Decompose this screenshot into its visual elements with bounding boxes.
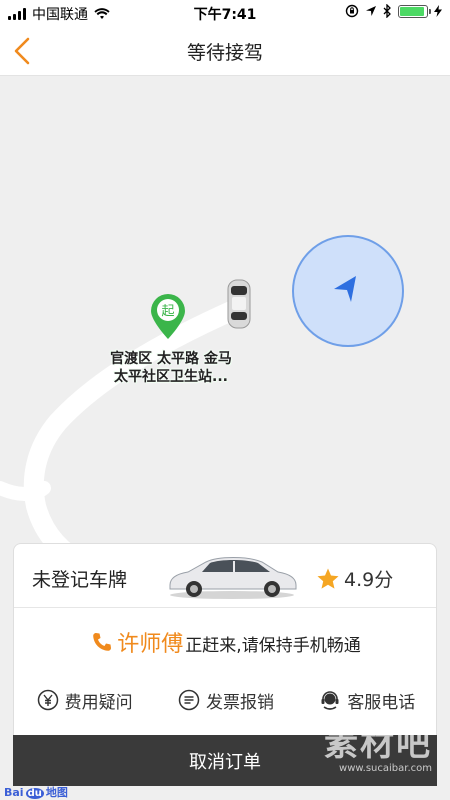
baidu-map-logo: Bai du 地图 <box>4 784 68 800</box>
fee-question-button[interactable]: 费用疑问 <box>14 674 155 726</box>
driver-info-card: 未登记车牌 4.9分 许师傅 正赶来,请保持手机畅通 费用疑问 发票报销 客服电… <box>13 543 437 735</box>
driver-name: 许师傅 <box>117 632 184 657</box>
pickup-marker-text: 起 <box>161 304 174 319</box>
baidu-logo-text: Bai <box>4 786 24 799</box>
charging-icon <box>434 5 442 17</box>
pickup-location-label: 官渡区 太平路 金马 太平社区卫生站... <box>96 350 246 386</box>
star-icon <box>317 568 339 589</box>
site-watermark-name: 素材吧 <box>324 724 432 764</box>
bluetooth-icon <box>383 4 391 18</box>
map-road-branch <box>0 481 51 501</box>
invoice-icon <box>178 689 200 711</box>
driver-status-line: 许师傅 正赶来,请保持手机畅通 <box>14 626 436 658</box>
pickup-label-line2: 太平社区卫生站... <box>114 369 228 385</box>
headset-icon <box>321 691 339 710</box>
rating-value: 4.9分 <box>344 569 394 591</box>
page-title: 等待接驾 <box>186 42 263 64</box>
car-marker-icon <box>227 279 251 329</box>
yen-icon <box>37 689 58 711</box>
site-watermark-url: www.sucaibar.com <box>339 763 432 774</box>
location-arrow-icon <box>366 6 376 16</box>
pickup-label-line1: 官渡区 太平路 金马 <box>110 351 232 367</box>
invoice-label: 发票报销 <box>205 692 274 713</box>
site-watermark: 素材吧 www.sucaibar.com <box>324 716 432 774</box>
battery-icon <box>398 4 431 18</box>
customer-service-label: 客服电话 <box>347 692 416 713</box>
license-plate: 未登记车牌 <box>32 569 128 591</box>
baidu-du-text: du <box>25 788 44 799</box>
status-bar: 中国联通 下午7:41 <box>0 0 450 26</box>
driver-rating: 4.9分 <box>316 565 393 592</box>
car-image <box>169 557 297 599</box>
baidu-map-text: 地图 <box>45 786 68 799</box>
fee-question-label: 费用疑问 <box>64 692 133 713</box>
phone-icon[interactable] <box>91 631 113 653</box>
driver-status-row: 许师傅 正赶来,请保持手机畅通 <box>14 608 436 672</box>
invoice-button[interactable]: 发票报销 <box>155 674 296 726</box>
driver-message: 正赶来,请保持手机畅通 <box>185 636 361 656</box>
vehicle-row: 未登记车牌 4.9分 <box>14 544 436 608</box>
nav-bar: 等待接驾 <box>0 26 450 76</box>
orientation-lock-icon <box>345 4 359 18</box>
current-location-marker <box>292 235 404 347</box>
status-right <box>345 4 442 18</box>
map-road <box>23 298 248 572</box>
